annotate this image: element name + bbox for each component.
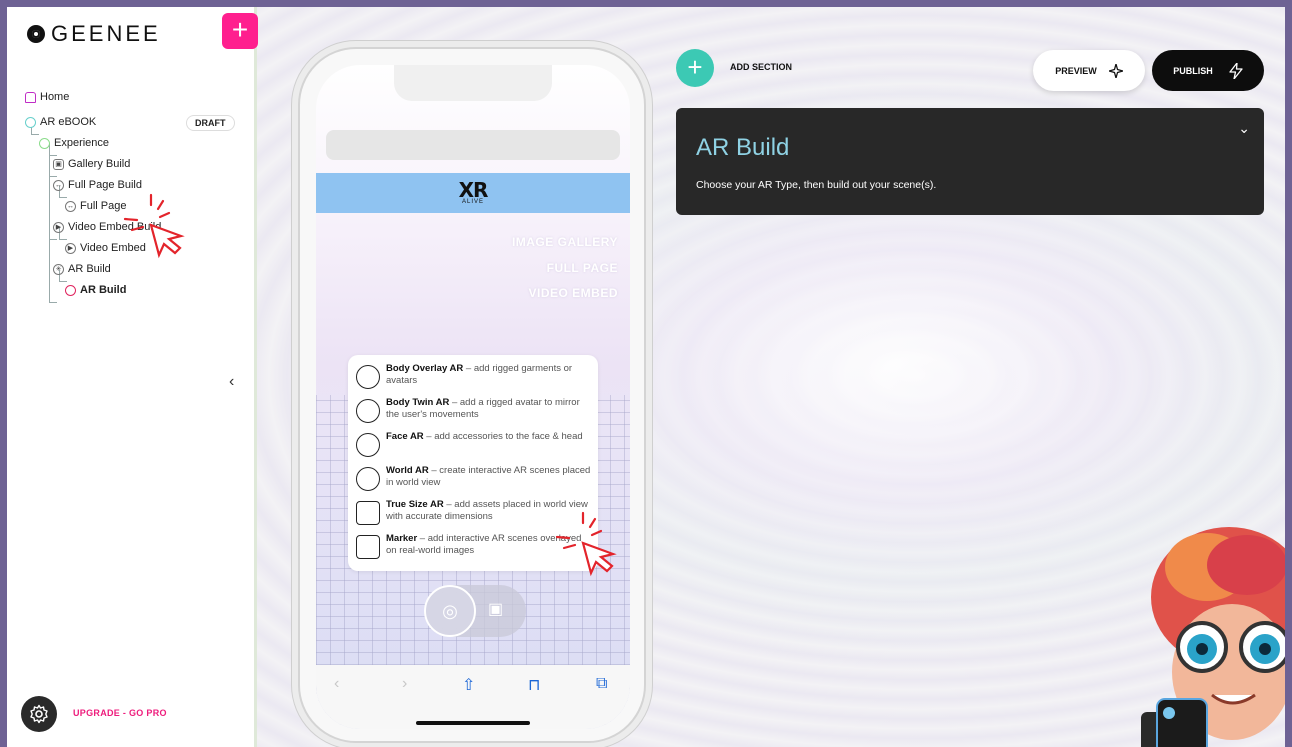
click-cursor-icon [123, 193, 185, 259]
ar-type-name: Body Overlay AR [386, 363, 464, 374]
site-menu-full-page[interactable]: FULL PAGE [547, 261, 618, 275]
preview-button[interactable]: PREVIEW [1033, 50, 1145, 91]
ar-type-name: True Size AR [386, 499, 444, 510]
sidebar: GEENEE + Home AR eBOOK DRAFT Experience … [7, 7, 258, 747]
add-section-button[interactable]: + [676, 49, 714, 87]
ar-type-body-overlay[interactable]: Body Overlay AR – add rigged garments or… [356, 363, 592, 389]
ar-type-face[interactable]: Face AR – add accessories to the face & … [356, 431, 592, 457]
full-page-icon: ↔ [53, 179, 64, 191]
ar-icon [65, 284, 76, 296]
video-capture-button[interactable]: ▣ [488, 599, 503, 619]
body-twin-icon [356, 399, 380, 423]
ar-build-icon: ✳ [53, 263, 64, 275]
logo-icon [27, 25, 45, 43]
ar-type-name: World AR [386, 465, 429, 476]
body-overlay-icon [356, 365, 380, 389]
site-logo: XR [458, 178, 489, 202]
home-indicator [416, 721, 530, 725]
tree-item-full-page-build[interactable]: ↔ Full Page Build [53, 176, 142, 194]
share-icon[interactable]: ⇧ [462, 675, 475, 695]
gallery-icon: ▣ [53, 158, 64, 170]
tree-item-label: Experience [54, 137, 110, 149]
ar-build-panel: AR Build Choose your AR Type, then build… [676, 108, 1264, 215]
site-logo-subtitle: ALIVE [461, 199, 484, 205]
preview-label: PREVIEW [1055, 65, 1097, 76]
tree-item-ar-build-group[interactable]: ✳ AR Build [53, 260, 111, 278]
tree-item-label: Gallery Build [68, 158, 131, 170]
site-menu-image-gallery[interactable]: IMAGE GALLERY [512, 235, 618, 249]
panel-title: AR Build [696, 134, 790, 161]
tree-item-home[interactable]: Home [25, 88, 69, 106]
tree-item-label: Full Page Build [68, 179, 142, 191]
face-icon [356, 433, 380, 457]
forward-icon[interactable]: › [402, 675, 407, 693]
tree-item-label: AR Build [68, 263, 111, 275]
ar-type-name: Face AR [386, 431, 424, 442]
publish-label: PUBLISH [1173, 65, 1213, 76]
gear-icon [30, 704, 48, 724]
phone-screen: XR ALIVE IMAGE GALLERY FULL PAGE VIDEO E… [316, 65, 630, 729]
tree-item-ar-ebook[interactable]: AR eBOOK [25, 113, 96, 131]
collapse-sidebar-button[interactable]: ‹ [229, 373, 234, 391]
add-item-button[interactable]: + [222, 13, 258, 49]
tree-item-label: AR Build [80, 284, 127, 296]
tree-item-experience[interactable]: Experience [39, 134, 109, 152]
publish-button[interactable]: PUBLISH [1152, 50, 1264, 91]
tabs-icon[interactable]: ⧉ [596, 675, 607, 693]
home-icon [25, 91, 36, 103]
browser-url-bar[interactable] [326, 130, 620, 160]
back-icon[interactable]: ‹ [334, 675, 339, 693]
experience-icon [39, 137, 50, 149]
site-banner: XR ALIVE [316, 173, 630, 213]
upgrade-link[interactable]: UPGRADE - GO PRO [73, 708, 167, 718]
photo-capture-button[interactable]: ◎ [424, 585, 476, 637]
lightning-icon [1229, 62, 1243, 79]
chevron-down-icon[interactable]: ⌄ [1238, 120, 1250, 137]
ar-type-name: Marker [386, 533, 418, 544]
tree-item-full-page[interactable]: ↔ Full Page [65, 197, 126, 215]
site-menu-video-embed[interactable]: VIDEO EMBED [528, 286, 618, 300]
app-window: GEENEE + Home AR eBOOK DRAFT Experience … [7, 7, 1285, 747]
status-badge: DRAFT [186, 115, 235, 131]
marker-icon [356, 535, 380, 559]
add-section-label[interactable]: ADD SECTION [730, 62, 792, 72]
bookmarks-icon[interactable]: ⊓ [528, 675, 540, 695]
play-icon: ▶ [53, 221, 64, 233]
settings-button[interactable] [21, 696, 57, 732]
ar-type-name: Body Twin AR [386, 397, 450, 408]
tree-item-ar-build[interactable]: AR Build [65, 281, 126, 299]
true-size-icon [356, 501, 380, 525]
ar-type-body-twin[interactable]: Body Twin AR – add a rigged avatar to mi… [356, 397, 592, 423]
tree-item-gallery-build[interactable]: ▣ Gallery Build [53, 155, 130, 173]
sparkle-icon [1108, 63, 1123, 78]
tree-item-label: Home [40, 91, 70, 103]
ar-type-world[interactable]: World AR – create interactive AR scenes … [356, 465, 592, 491]
click-cursor-icon [555, 511, 617, 577]
cartoon-avatar [1141, 527, 1285, 747]
globe-icon [356, 467, 380, 491]
phone-notch [394, 65, 552, 101]
phone-preview: XR ALIVE IMAGE GALLERY FULL PAGE VIDEO E… [298, 47, 646, 743]
project-icon [25, 116, 36, 128]
logo: GEENEE [27, 21, 161, 47]
ar-type-desc: – add accessories to the face & head [423, 431, 583, 442]
tree-item-label: AR eBOOK [40, 116, 97, 128]
brand-name: GEENEE [51, 21, 161, 46]
panel-description: Choose your AR Type, then build out your… [696, 179, 937, 191]
tree-item-label: Full Page [80, 200, 127, 212]
full-page-icon: ↔ [65, 200, 76, 212]
play-icon: ▶ [65, 242, 76, 254]
